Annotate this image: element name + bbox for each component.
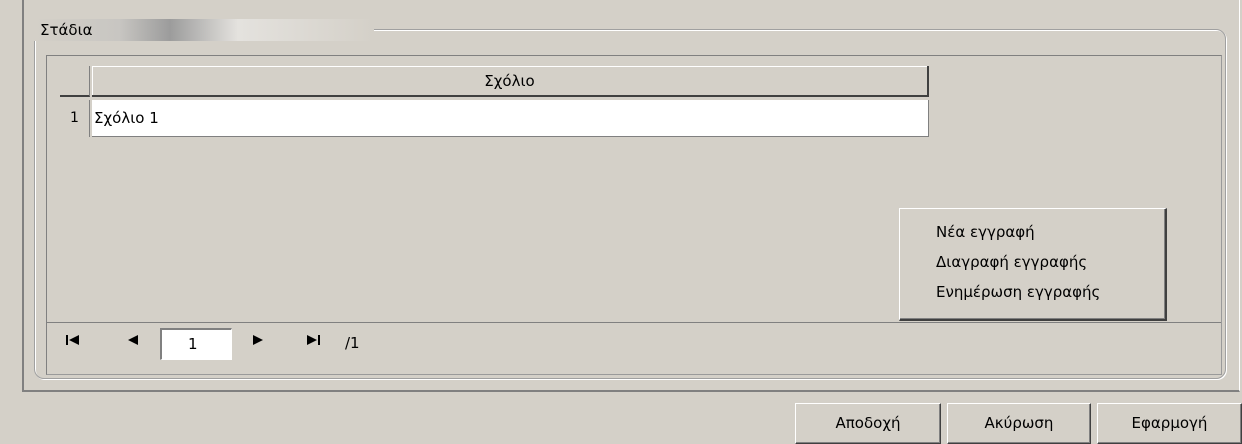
menu-item-delete-record[interactable]: Διαγραφή εγγραφής [900,247,1165,277]
apply-button[interactable]: Εφαρμογή [1097,403,1242,444]
page-total: /1 [345,334,360,352]
context-menu: Νέα εγγραφή Διαγραφή εγγραφής Ενημέρωση … [899,208,1167,321]
menu-item-new-record[interactable]: Νέα εγγραφή [900,217,1165,247]
group-title: Στάδια [34,19,374,41]
column-header-comment[interactable]: Σχόλιο [92,66,929,97]
row-number[interactable]: 1 [60,100,90,137]
page-number-input[interactable]: 1 [160,328,232,360]
accept-button[interactable]: Αποδοχή [795,403,941,444]
table-cell-comment[interactable]: Σχόλιο 1 [92,100,929,137]
first-page-icon[interactable] [66,333,80,353]
grid-header-corner[interactable] [60,66,90,97]
menu-item-update-record[interactable]: Ενημέρωση εγγραφής [900,277,1165,307]
cancel-button[interactable]: Ακύρωση [947,403,1091,444]
next-page-icon[interactable] [252,333,264,353]
last-page-icon[interactable] [306,333,320,353]
prev-page-icon[interactable] [127,333,139,353]
